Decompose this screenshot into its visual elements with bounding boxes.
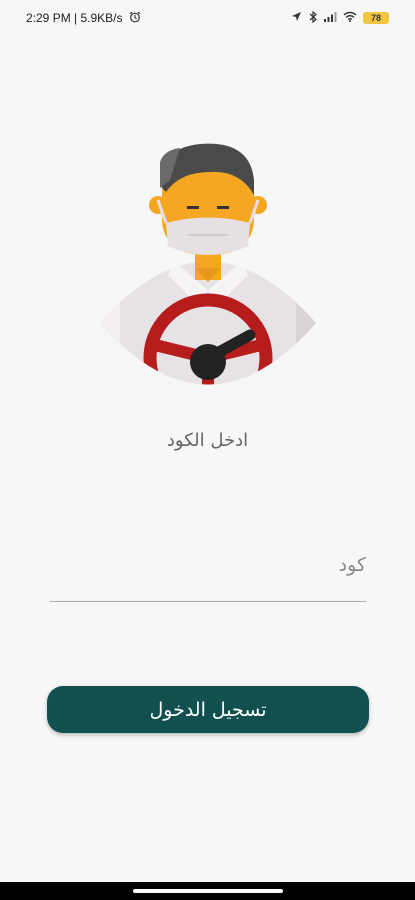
bluetooth-icon: [308, 10, 318, 26]
enter-code-prompt: ادخل الكود: [166, 430, 249, 451]
login-button[interactable]: تسجيل الدخول: [47, 686, 369, 733]
battery-level: 78: [370, 13, 381, 23]
signal-icon: [324, 11, 337, 25]
status-right: 78: [291, 10, 389, 26]
code-field[interactable]: [50, 545, 366, 602]
battery-icon: 78: [363, 12, 389, 24]
login-button-label: تسجيل الدخول: [149, 698, 267, 721]
wifi-icon: [343, 11, 357, 25]
driver-illustration: [100, 140, 316, 388]
code-input[interactable]: [50, 545, 366, 585]
status-time: 2:29 PM | 5.9KB/s: [26, 11, 123, 25]
status-bar: 2:29 PM | 5.9KB/s 78: [0, 0, 415, 36]
location-icon: [291, 11, 302, 25]
alarm-icon: [129, 11, 141, 26]
navigation-bar: [0, 882, 415, 900]
home-indicator[interactable]: [132, 889, 283, 893]
status-left: 2:29 PM | 5.9KB/s: [26, 11, 141, 26]
